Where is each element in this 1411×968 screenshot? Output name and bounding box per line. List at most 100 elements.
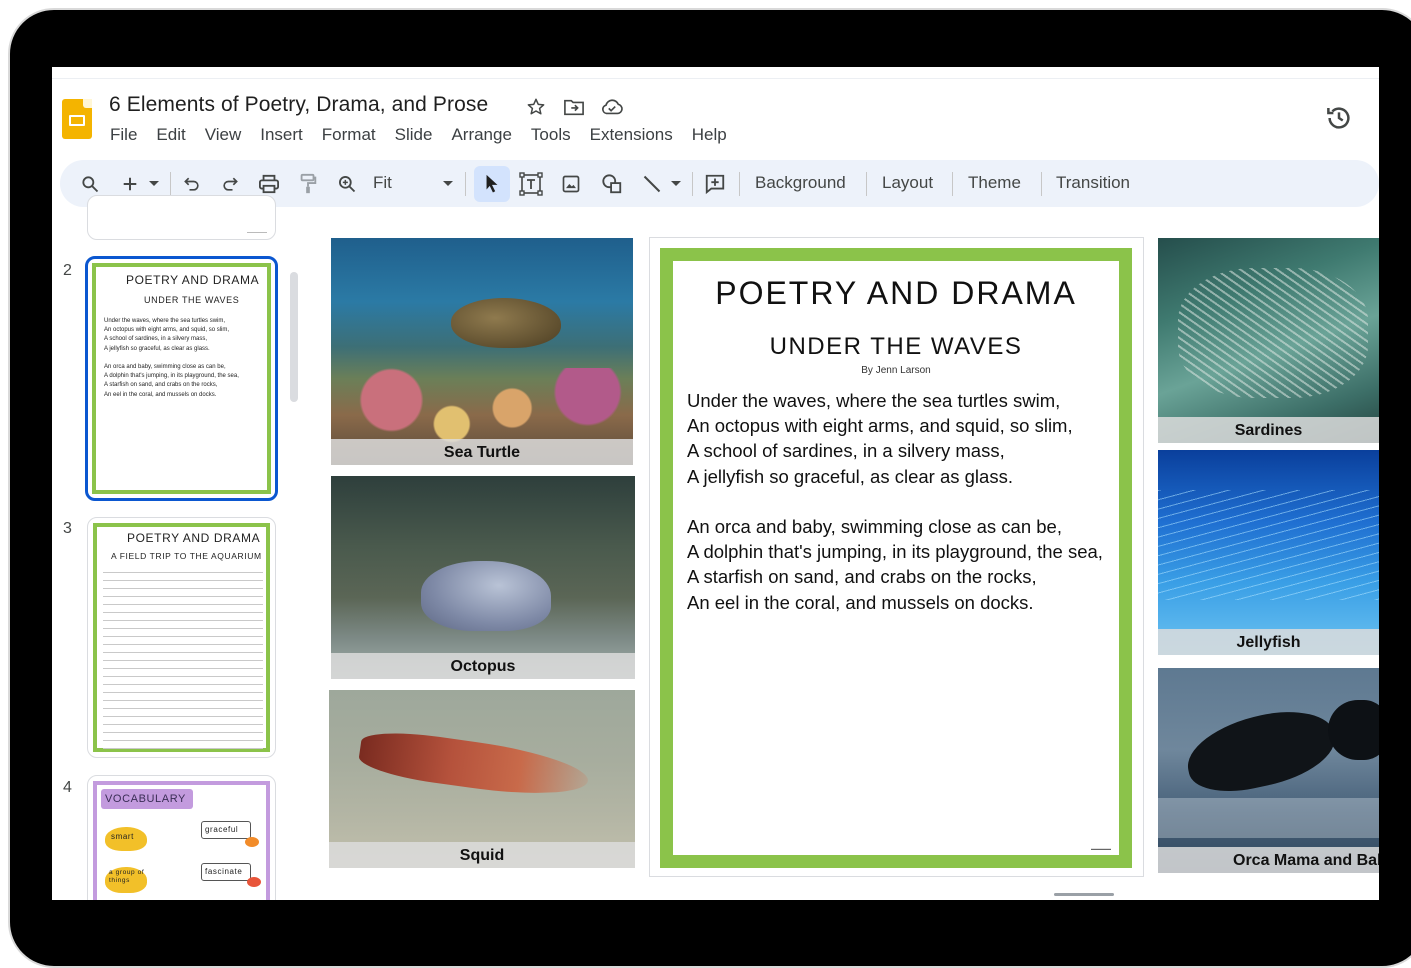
poem-line: An orca and baby, swimming close as can … bbox=[687, 516, 1062, 538]
filmstrip-scrollbar[interactable] bbox=[290, 272, 298, 402]
thumb-title: POETRY AND DRAMA bbox=[126, 273, 260, 287]
thumb-vocab-title: VOCABULARY bbox=[105, 793, 186, 805]
slide-thumbnail-2[interactable]: POETRY AND DRAMA UNDER THE WAVES Under t… bbox=[85, 256, 278, 501]
layout-button[interactable]: Layout bbox=[882, 173, 933, 193]
move-folder-icon[interactable] bbox=[562, 95, 586, 119]
vocab-word: a group of things bbox=[109, 869, 145, 884]
zoom-level[interactable]: Fit bbox=[373, 173, 392, 193]
jellyfish-tentacles bbox=[1158, 490, 1379, 600]
menu-slide[interactable]: Slide bbox=[395, 125, 433, 145]
photo-caption: Octopus bbox=[331, 653, 635, 679]
thumb-subtitle: UNDER THE WAVES bbox=[144, 295, 240, 305]
vocab-word: smart bbox=[111, 832, 134, 841]
turtle-shape bbox=[451, 298, 561, 348]
menu-bar: File Edit View Insert Format Slide Arran… bbox=[110, 125, 746, 145]
photo-caption: Sardines bbox=[1158, 417, 1379, 443]
poem-frame: POETRY AND DRAMA UNDER THE WAVES By Jenn… bbox=[660, 248, 1132, 868]
toolbar-divider bbox=[465, 172, 466, 196]
version-history-icon[interactable] bbox=[1324, 103, 1354, 133]
jellyfish-photo[interactable]: Jellyfish bbox=[1158, 450, 1379, 655]
toolbar-divider bbox=[1041, 172, 1042, 196]
poem-line: An octopus with eight arms, and squid, s… bbox=[687, 415, 1073, 437]
star-icon[interactable] bbox=[524, 95, 548, 119]
orca-photo[interactable]: Orca Mama and Bab bbox=[1158, 668, 1379, 873]
sea-turtle-photo[interactable]: Sea Turtle bbox=[331, 238, 633, 465]
cloud-saved-icon[interactable] bbox=[600, 95, 624, 119]
poem-text[interactable]: Under the waves, where the sea turtles s… bbox=[687, 388, 1103, 615]
shape-icon[interactable] bbox=[600, 172, 624, 196]
toolbar-divider bbox=[692, 172, 693, 196]
squid-photo[interactable]: Squid bbox=[329, 690, 635, 868]
menu-edit[interactable]: Edit bbox=[156, 125, 185, 145]
search-menus-icon[interactable] bbox=[78, 172, 102, 196]
orca-calf-shape bbox=[1328, 700, 1379, 760]
thumb-poem: Under the waves, where the sea turtles s… bbox=[104, 318, 239, 398]
photo-caption: Squid bbox=[329, 842, 635, 868]
squid-shape bbox=[356, 726, 592, 804]
menu-insert[interactable]: Insert bbox=[260, 125, 303, 145]
vocab-word: fascinate bbox=[205, 867, 243, 876]
photo-caption: Sea Turtle bbox=[331, 439, 633, 465]
poem-line: A school of sardines, in a silvery mass, bbox=[687, 440, 1005, 462]
menu-help[interactable]: Help bbox=[692, 125, 727, 145]
line-dropdown-icon[interactable] bbox=[668, 172, 684, 196]
paint-format-icon[interactable] bbox=[296, 172, 320, 196]
zoom-dropdown-icon[interactable] bbox=[440, 172, 456, 196]
photo-caption: Jellyfish bbox=[1158, 629, 1379, 655]
poem-line: A jellyfish so graceful, as clear as gla… bbox=[687, 465, 1013, 487]
text-box-icon[interactable] bbox=[519, 172, 543, 196]
orca-shape bbox=[1180, 701, 1342, 801]
insert-image-icon[interactable] bbox=[559, 172, 583, 196]
poem-line: An eel in the coral, and mussels on dock… bbox=[687, 591, 1034, 613]
print-icon[interactable] bbox=[257, 172, 281, 196]
redo-icon[interactable] bbox=[218, 172, 242, 196]
menu-view[interactable]: View bbox=[205, 125, 242, 145]
octopus-photo[interactable]: Octopus bbox=[331, 476, 635, 679]
menu-tools[interactable]: Tools bbox=[531, 125, 571, 145]
undo-icon[interactable] bbox=[180, 172, 204, 196]
select-cursor-icon[interactable] bbox=[480, 172, 504, 196]
slide-thumbnail-1[interactable] bbox=[87, 195, 276, 240]
menu-arrange[interactable]: Arrange bbox=[451, 125, 511, 145]
home-indicator bbox=[1054, 893, 1114, 896]
toolbar-divider bbox=[170, 172, 171, 196]
octopus-shape bbox=[421, 561, 551, 631]
line-icon[interactable] bbox=[640, 172, 664, 196]
slide-number: 2 bbox=[63, 262, 72, 279]
transition-button[interactable]: Transition bbox=[1056, 173, 1130, 193]
slides-app-window: 6 Elements of Poetry, Drama, and Prose F… bbox=[52, 67, 1379, 900]
toolbar-divider bbox=[866, 172, 867, 196]
coral bbox=[331, 368, 633, 448]
thumb-subtitle: A FIELD TRIP TO THE AQUARIUM bbox=[111, 551, 262, 561]
slides-logo-icon[interactable] bbox=[62, 99, 92, 139]
toolbar-divider bbox=[739, 172, 740, 196]
slide-subtitle[interactable]: UNDER THE WAVES bbox=[673, 333, 1119, 361]
vocab-word: graceful bbox=[205, 825, 239, 834]
menu-file[interactable]: File bbox=[110, 125, 137, 145]
menu-format[interactable]: Format bbox=[322, 125, 376, 145]
photo-caption: Orca Mama and Bab bbox=[1158, 847, 1379, 873]
menu-extensions[interactable]: Extensions bbox=[590, 125, 673, 145]
slide-number: 4 bbox=[63, 779, 72, 796]
thumb-title: POETRY AND DRAMA bbox=[127, 531, 261, 545]
poem-line: Under the waves, where the sea turtles s… bbox=[687, 390, 1061, 411]
add-comment-icon[interactable] bbox=[703, 172, 727, 196]
thumb-script-text bbox=[103, 569, 263, 749]
zoom-icon[interactable] bbox=[335, 172, 359, 196]
theme-button[interactable]: Theme bbox=[968, 173, 1021, 193]
sardines-photo[interactable]: Sardines bbox=[1158, 238, 1379, 443]
slide-number: 3 bbox=[63, 520, 72, 537]
poem-line: A dolphin that's jumping, in its playgro… bbox=[687, 541, 1103, 563]
slide-canvas[interactable]: POETRY AND DRAMA UNDER THE WAVES By Jenn… bbox=[649, 237, 1144, 877]
new-slide-plus-icon[interactable] bbox=[118, 172, 142, 196]
document-title[interactable]: 6 Elements of Poetry, Drama, and Prose bbox=[109, 93, 488, 117]
slide-filmstrip: 2 POETRY AND DRAMA UNDER THE WAVES Under… bbox=[52, 195, 307, 900]
background-button[interactable]: Background bbox=[755, 173, 846, 193]
slide-thumbnail-3[interactable]: POETRY AND DRAMA A FIELD TRIP TO THE AQU… bbox=[87, 517, 276, 758]
slide-thumbnail-4[interactable]: VOCABULARY smart graceful a group of thi… bbox=[87, 775, 276, 900]
new-slide-dropdown-icon[interactable] bbox=[146, 172, 162, 196]
title-actions bbox=[524, 95, 624, 119]
browser-top-strip bbox=[52, 67, 1379, 79]
slide-author[interactable]: By Jenn Larson bbox=[673, 365, 1119, 376]
slide-title[interactable]: POETRY AND DRAMA bbox=[673, 275, 1119, 312]
